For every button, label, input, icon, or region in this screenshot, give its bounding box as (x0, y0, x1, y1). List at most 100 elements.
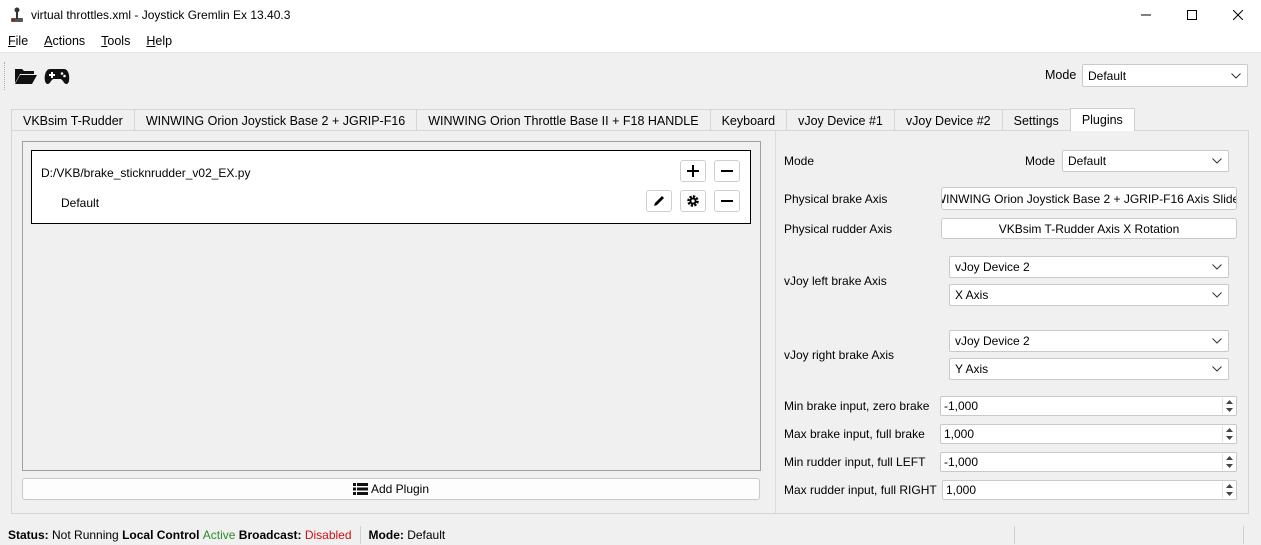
menu-bar: File Actions Tools Help (0, 30, 1261, 53)
max-rudder-label: Max rudder input, full RIGHT (784, 483, 937, 497)
physical-rudder-axis-button[interactable]: VKBsim T-Rudder Axis X Rotation (941, 218, 1237, 239)
spin-down-icon[interactable] (1223, 434, 1235, 442)
remove-instance-button[interactable] (714, 190, 740, 212)
right-brake-device-value: vJoy Device 2 (955, 334, 1030, 348)
status-bar: Status: Not Running Local Control Active… (0, 524, 1261, 545)
gamepad-icon (44, 69, 70, 84)
toolbar-mode-value: Default (1088, 68, 1127, 83)
close-icon (1233, 10, 1243, 20)
status-mode-label: Mode: (368, 527, 404, 542)
min-brake-label: Min brake input, zero brake (784, 399, 930, 413)
tab-settings[interactable]: Settings (1001, 109, 1071, 131)
toolbar-mode-select[interactable]: Default (1082, 64, 1248, 87)
spin-up-icon[interactable] (1223, 426, 1235, 434)
chevron-down-icon (1212, 366, 1222, 372)
min-rudder-spinbox[interactable]: -1,000 (940, 452, 1237, 472)
min-rudder-stepper[interactable] (1222, 454, 1235, 470)
plus-icon (687, 165, 699, 177)
title-bar: virtual throttles.xml - Joystick Gremlin… (0, 0, 1261, 30)
open-profile-button[interactable] (12, 62, 40, 90)
right-brake-axis-value: Y Axis (955, 362, 989, 376)
minimize-icon (1141, 14, 1151, 16)
joystick-app-icon (11, 7, 23, 22)
config-mode-value: Default (1068, 154, 1107, 168)
add-plugin-button[interactable]: Add Plugin (22, 478, 760, 500)
physical-brake-value: WINWING Orion Joystick Base 2 + JGRIP-F1… (941, 191, 1237, 206)
chevron-down-icon (1212, 292, 1222, 298)
tab-winwing-throttle[interactable]: WINWING Orion Throttle Base II + F18 HAN… (416, 109, 711, 131)
configure-instance-button[interactable] (680, 190, 706, 212)
tab-vjoy-device-2[interactable]: vJoy Device #2 (893, 109, 1003, 131)
right-brake-label: vJoy right brake Axis (784, 348, 895, 362)
window-title: virtual throttles.xml - Joystick Gremlin… (31, 8, 291, 22)
right-brake-axis-select[interactable]: Y Axis (949, 358, 1229, 380)
physical-rudder-value: VKBsim T-Rudder Axis X Rotation (998, 221, 1180, 236)
spin-up-icon[interactable] (1223, 482, 1235, 490)
spin-down-icon[interactable] (1223, 462, 1235, 470)
physical-rudder-label: Physical rudder Axis (784, 222, 893, 236)
left-brake-device-select[interactable]: vJoy Device 2 (949, 256, 1229, 278)
broadcast-label: Broadcast: (238, 527, 302, 542)
broadcast-value: Disabled (304, 527, 352, 542)
spin-down-icon[interactable] (1223, 490, 1235, 498)
max-rudder-spinbox[interactable]: 1,000 (942, 480, 1237, 500)
device-info-button[interactable] (43, 62, 71, 90)
status-divider (1243, 526, 1244, 544)
tab-vjoy-device-1[interactable]: vJoy Device #1 (786, 109, 895, 131)
maximize-button[interactable] (1169, 0, 1215, 30)
left-brake-axis-select[interactable]: X Axis (949, 284, 1229, 306)
add-instance-button[interactable] (680, 160, 706, 182)
toolbar-mode-label: Mode (1045, 68, 1077, 82)
spin-up-icon[interactable] (1223, 454, 1235, 462)
tab-keyboard[interactable]: Keyboard (709, 109, 788, 131)
pencil-icon (654, 196, 664, 206)
minus-icon (721, 200, 733, 202)
local-control-label: Local Control (122, 527, 200, 542)
left-brake-axis-value: X Axis (955, 288, 989, 302)
local-control-value: Active (202, 527, 236, 542)
device-tabs: VKBsim T-Rudder WINWING Orion Joystick B… (11, 108, 1135, 131)
menu-help[interactable]: Help (138, 34, 180, 48)
spin-up-icon[interactable] (1223, 398, 1235, 406)
chevron-down-icon (1212, 158, 1222, 164)
menu-actions[interactable]: Actions (36, 34, 93, 48)
gear-icon (687, 195, 699, 207)
remove-plugin-button[interactable] (714, 160, 740, 182)
min-brake-stepper[interactable] (1222, 398, 1235, 414)
maximize-icon (1187, 10, 1197, 20)
right-brake-device-select[interactable]: vJoy Device 2 (949, 330, 1229, 352)
config-mode-select[interactable]: Default (1062, 150, 1229, 172)
status-divider (359, 525, 361, 544)
status-label: Status: (8, 527, 49, 542)
min-brake-spinbox[interactable]: -1,000 (940, 396, 1237, 416)
minus-icon (721, 170, 733, 172)
menu-file[interactable]: File (0, 34, 36, 48)
toolbar-grip[interactable] (4, 62, 7, 90)
minimize-button[interactable] (1123, 0, 1169, 30)
chevron-down-icon (1212, 264, 1222, 270)
min-rudder-label: Min rudder input, full LEFT (784, 455, 926, 469)
tab-plugins[interactable]: Plugins (1069, 108, 1135, 131)
left-brake-device-value: vJoy Device 2 (955, 260, 1030, 274)
chevron-down-icon (1212, 338, 1222, 344)
folder-open-icon (15, 69, 37, 84)
rename-instance-button[interactable] (646, 190, 672, 212)
max-rudder-stepper[interactable] (1222, 482, 1235, 498)
window-controls (1123, 0, 1261, 30)
max-brake-label: Max brake input, full brake (784, 427, 925, 441)
tab-winwing-joystick[interactable]: WINWING Orion Joystick Base 2 + JGRIP-F1… (133, 109, 418, 131)
chevron-down-icon (1231, 72, 1241, 79)
max-brake-value: 1,000 (944, 427, 975, 441)
plugin-instance-name: Default (61, 196, 100, 210)
status-mode-value: Default (407, 527, 446, 542)
left-brake-label: vJoy left brake Axis (784, 274, 887, 288)
config-mode-row-label: Mode (784, 154, 815, 168)
spin-down-icon[interactable] (1223, 406, 1235, 414)
max-brake-stepper[interactable] (1222, 426, 1235, 442)
max-brake-spinbox[interactable]: 1,000 (940, 424, 1237, 444)
max-rudder-value: 1,000 (946, 483, 977, 497)
close-button[interactable] (1215, 0, 1261, 30)
tab-vkbsim-t-rudder[interactable]: VKBsim T-Rudder (11, 109, 135, 131)
physical-brake-axis-button[interactable]: WINWING Orion Joystick Base 2 + JGRIP-F1… (941, 187, 1237, 210)
menu-tools[interactable]: Tools (93, 34, 138, 48)
